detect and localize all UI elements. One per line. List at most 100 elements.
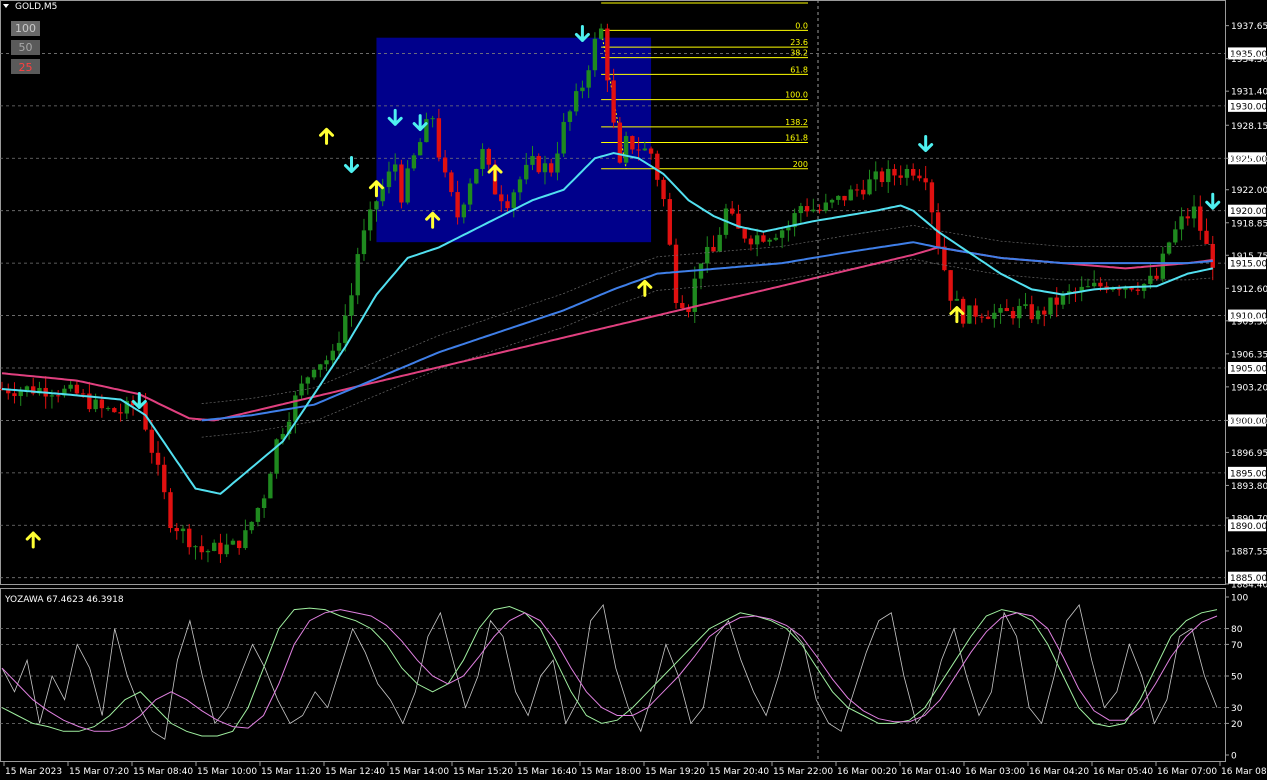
bear-candle — [861, 189, 866, 195]
bull-candle — [561, 121, 566, 154]
time-tick-label: 15 Mar 14:00 — [389, 767, 449, 777]
bull-candle — [873, 171, 878, 180]
bear-candle — [730, 208, 735, 214]
bull-candle — [773, 237, 779, 240]
scale-button-25-label: 25 — [19, 61, 33, 74]
bear-candle — [948, 270, 953, 301]
price-tick-label: 1925.00 — [1231, 155, 1267, 165]
bear-candle — [911, 169, 916, 176]
price-tick-label: 1890.70 — [1231, 514, 1267, 524]
bear-candle — [505, 201, 510, 209]
bull-candle — [798, 206, 804, 214]
bear-candle — [661, 179, 666, 200]
bear-candle — [442, 157, 448, 173]
bear-candle — [1042, 310, 1047, 315]
time-tick-label: 15 Mar 10:00 — [197, 767, 257, 777]
bull-candle — [212, 542, 217, 551]
bull-candle — [642, 148, 648, 151]
time-tick-label: 15 Mar 19:20 — [645, 767, 705, 777]
bull-candle — [998, 308, 1003, 313]
price-mark-label: 1930.00 — [1230, 102, 1267, 112]
bear-candle — [667, 199, 672, 245]
bull-candle — [836, 195, 841, 200]
bull-candle — [268, 473, 273, 499]
price-tick-label: 1903.20 — [1231, 383, 1267, 393]
time-tick-label: 16 Mar 04:20 — [1029, 767, 1089, 777]
price-chart[interactable]: 0.023.638.261.8100.0138.2161.8200 1935.0… — [0, 0, 1267, 780]
bull-candle — [461, 204, 467, 218]
bull-candle — [754, 235, 760, 245]
bull-candle — [767, 239, 772, 242]
bull-candle — [530, 156, 535, 165]
bull-candle — [393, 164, 398, 172]
bull-candle — [567, 111, 573, 122]
bear-candle — [748, 238, 754, 245]
fib-level-label: 138.2 — [785, 118, 808, 127]
bull-candle — [524, 164, 529, 180]
bear-candle — [742, 228, 747, 239]
bull-candle — [623, 136, 629, 163]
price-tick-label: 1912.60 — [1231, 285, 1267, 295]
bull-candle — [368, 209, 373, 231]
bull-candle — [967, 305, 972, 324]
bull-candle — [374, 201, 379, 210]
time-tick-label: 16 Mar 00:20 — [837, 767, 897, 777]
bull-candle — [311, 369, 317, 378]
bear-candle — [636, 149, 641, 151]
bull-candle — [1179, 216, 1184, 230]
bull-candle — [180, 528, 186, 532]
price-tick-label: 1893.80 — [1231, 482, 1267, 492]
bear-candle — [917, 175, 922, 179]
fib-level-label: 23.6 — [790, 38, 808, 47]
bear-candle — [617, 122, 623, 163]
bull-candle — [480, 148, 485, 169]
bear-candle — [536, 156, 541, 173]
bear-candle — [499, 194, 504, 202]
price-mark-label: 1905.00 — [1230, 364, 1267, 374]
time-tick-label: 15 Mar 12:40 — [325, 767, 385, 777]
bull-candle — [573, 91, 579, 112]
price-tick-label: 1937.65 — [1231, 22, 1267, 32]
indicator-tick-label: 80 — [1231, 625, 1243, 635]
bear-candle — [74, 384, 80, 394]
bear-candle — [455, 192, 460, 218]
scale-button-100[interactable]: 100 — [11, 21, 40, 36]
indicator-tick-label: 70 — [1231, 641, 1243, 651]
bull-candle — [580, 87, 585, 92]
time-tick-label: 16 Mar 01:40 — [901, 767, 961, 777]
scale-button-50[interactable]: 50 — [11, 40, 40, 55]
bull-candle — [886, 168, 891, 183]
bull-candle — [343, 315, 348, 343]
time-tick-label: 15 Mar 11:20 — [261, 767, 321, 777]
bear-candle — [898, 175, 903, 178]
time-tick-label: 16 Mar 08:2 — [1221, 767, 1267, 777]
bull-candle — [386, 171, 392, 188]
fib-level-label: 38.2 — [790, 49, 808, 58]
bull-candle — [1173, 229, 1178, 243]
bear-candle — [80, 393, 86, 395]
bull-candle — [1166, 242, 1172, 254]
bull-candle — [1017, 305, 1022, 319]
bull-candle — [867, 179, 872, 195]
bear-candle — [1185, 216, 1190, 219]
bull-candle — [811, 209, 816, 212]
fib-level-label: 100.0 — [785, 91, 808, 100]
bear-candle — [611, 80, 616, 123]
bull-candle — [430, 118, 435, 120]
bear-candle — [655, 153, 660, 180]
scale-button-50-label: 50 — [19, 41, 33, 54]
bear-candle — [680, 302, 685, 309]
fib-level-label: 61.8 — [790, 65, 808, 74]
time-tick-label: 15 Mar 22:00 — [773, 767, 833, 777]
bull-candle — [517, 179, 523, 193]
bear-candle — [449, 172, 454, 193]
bear-candle — [673, 244, 679, 303]
bull-candle — [717, 234, 722, 252]
scale-button-25[interactable]: 25 — [11, 59, 40, 74]
price-tick-label: 1909.50 — [1231, 317, 1267, 327]
bull-candle — [1191, 206, 1197, 219]
bear-candle — [630, 136, 635, 150]
bull-candle — [224, 544, 229, 555]
bull-candle — [1048, 297, 1053, 315]
bull-candle — [355, 254, 360, 296]
